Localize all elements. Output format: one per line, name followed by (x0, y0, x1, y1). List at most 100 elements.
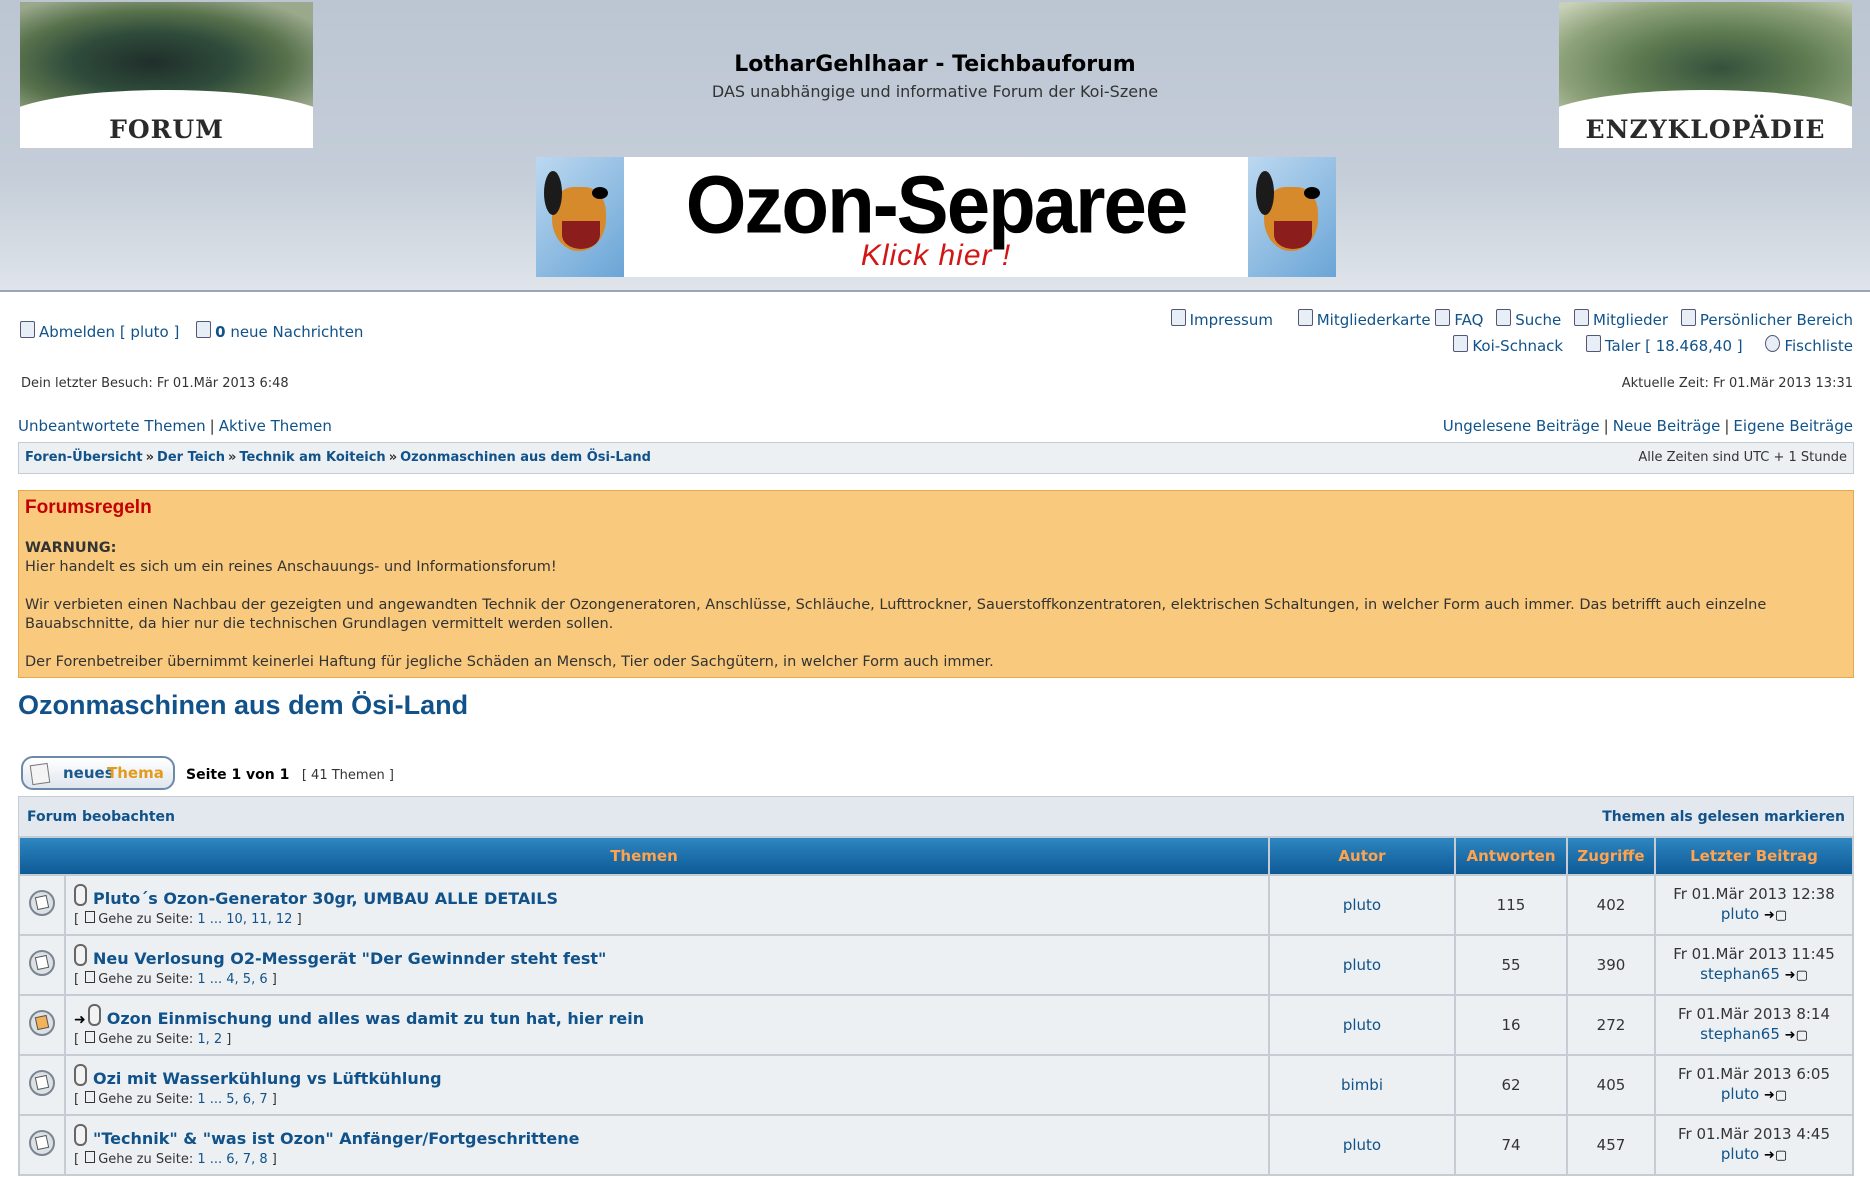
author-cell: pluto (1270, 1116, 1454, 1174)
header-letzter-beitrag: Letzter Beitrag (1656, 838, 1852, 874)
replies-cell: 62 (1456, 1056, 1566, 1114)
topic-status-cell (20, 936, 64, 994)
last-post-user-link[interactable]: pluto (1721, 905, 1759, 923)
breadcrumb-technik[interactable]: Technik am Koiteich (239, 450, 385, 465)
topic-title-link[interactable]: "Technik" & "was ist Ozon" Anfänger/Fort… (93, 1129, 579, 1148)
author-cell: pluto (1270, 936, 1454, 994)
forum-logo-caption: FORUM (109, 115, 224, 144)
author-cell: pluto (1270, 996, 1454, 1054)
breadcrumb-forum-index[interactable]: Foren-Übersicht (25, 450, 143, 465)
nav-fischliste[interactable]: Fischliste (1765, 335, 1853, 355)
page-icon (85, 1150, 96, 1163)
last-visit: Dein letzter Besuch: Fr 01.Mär 2013 6:48 (21, 376, 289, 391)
nav-impressum[interactable]: Impressum (1170, 309, 1273, 329)
topic-page-links[interactable]: 1 ... 6, 7, 8 (197, 1152, 267, 1167)
rules-line-2: Wir verbieten einen Nachbau der gezeigte… (25, 597, 1767, 632)
nav-persoenlicher-bereich[interactable]: Persönlicher Bereich (1680, 309, 1853, 329)
topic-cell: Ozi mit Wasserkühlung vs Lüftkühlung [ Ge… (66, 1056, 1268, 1114)
topic-title-link[interactable]: Ozi mit Wasserkühlung vs Lüftkühlung (93, 1069, 442, 1088)
goto-last-post-icon[interactable]: ➜▢ (1785, 1028, 1808, 1043)
views-cell: 272 (1568, 996, 1654, 1054)
cartoon-dog-icon (536, 157, 624, 277)
new-post-arrow-icon[interactable]: ➜ (74, 1012, 86, 1028)
main-nav-row2: Koi-Schnack Taler [ 18.468,40 ] Fischlis… (1445, 335, 1853, 355)
author-link[interactable]: pluto (1343, 1016, 1381, 1034)
ozon-separee-banner[interactable]: Ozon-Separee Klick hier ! (536, 157, 1336, 277)
author-link[interactable]: bimbi (1341, 1076, 1383, 1094)
header-antworten: Antworten (1456, 838, 1566, 874)
topic-pages: [ Gehe zu Seite: 1 ... 6, 7, 8 ] (74, 1150, 277, 1167)
nav-mitgliederkarte[interactable]: Mitgliederkarte (1297, 309, 1431, 329)
nav-suche[interactable]: Suche (1496, 309, 1561, 329)
goto-last-post-icon[interactable]: ➜▢ (1764, 1088, 1787, 1103)
topic-cell: Pluto´s Ozon-Generator 30gr, UMBAU ALLE … (66, 876, 1268, 934)
site-description: DAS unabhängige und informative Forum de… (711, 82, 1159, 101)
topic-pages: [ Gehe zu Seite: 1, 2 ] (74, 1030, 232, 1047)
topic-pages: [ Gehe zu Seite: 1 ... 5, 6, 7 ] (74, 1090, 277, 1107)
timezone-info: Alle Zeiten sind UTC + 1 Stunde (1638, 450, 1847, 465)
last-post-user-link[interactable]: pluto (1721, 1085, 1759, 1103)
topic-page-links[interactable]: 1 ... 5, 6, 7 (197, 1092, 267, 1107)
new-topic-button[interactable]: neues Thema (21, 756, 175, 790)
last-post-date: Fr 01.Mär 2013 12:38 (1673, 885, 1835, 903)
nav-faq[interactable]: FAQ (1435, 309, 1483, 329)
topic-folder-icon (29, 890, 55, 916)
banner-title: Ozon-Separee (685, 157, 1188, 251)
logout-link[interactable]: Abmelden [ pluto ] (20, 321, 179, 341)
rules-line-1: Hier handelt es sich um ein reines Ansch… (25, 559, 557, 575)
message-icon (196, 321, 212, 338)
new-posts-link[interactable]: Neue Beiträge (1613, 417, 1721, 435)
topic-title-link[interactable]: Neu Verlosung O2-Messgerät "Der Gewinnde… (93, 949, 606, 968)
members-icon (1574, 309, 1590, 326)
faq-icon (1435, 309, 1451, 326)
topic-title-link[interactable]: Ozon Einmischung und alles was damit zu … (107, 1009, 644, 1028)
coin-icon (1585, 335, 1601, 352)
rules-line-3: Der Forenbetreiber übernimmt keinerlei H… (25, 654, 994, 670)
topic-status-cell (20, 1116, 64, 1174)
list-icon (1453, 335, 1469, 352)
nav-koi-schnack[interactable]: Koi-Schnack (1453, 335, 1563, 355)
topic-page-links[interactable]: 1 ... 4, 5, 6 (197, 972, 267, 987)
goto-last-post-icon[interactable]: ➜▢ (1764, 908, 1787, 923)
topic-page-links[interactable]: 1 ... 10, 11, 12 (197, 912, 292, 927)
cartoon-dog-icon (1248, 157, 1336, 277)
author-link[interactable]: pluto (1343, 896, 1381, 914)
nav-taler[interactable]: Taler [ 18.468,40 ] (1585, 335, 1743, 355)
active-topics-link[interactable]: Aktive Themen (219, 417, 332, 435)
pagination-info: Seite 1 von 1 [ 41 Themen ] (186, 767, 395, 783)
topic-page-links[interactable]: 1, 2 (197, 1032, 222, 1047)
breadcrumb-current-forum[interactable]: Ozonmaschinen aus dem Ösi-Land (400, 450, 651, 465)
topic-title-link[interactable]: Pluto´s Ozon-Generator 30gr, UMBAU ALLE … (93, 889, 558, 908)
author-link[interactable]: pluto (1343, 1136, 1381, 1154)
breadcrumb-der-teich[interactable]: Der Teich (157, 450, 225, 465)
private-messages-link[interactable]: 0 neue Nachrichten (196, 321, 363, 341)
header-themen: Themen (20, 838, 1268, 874)
last-post-cell: Fr 01.Mär 2013 12:38 pluto ➜▢ (1656, 876, 1852, 934)
quick-links-left: Unbeantwortete Themen | Aktive Themen (18, 417, 332, 435)
forum-title[interactable]: Ozonmaschinen aus dem Ösi-Land (18, 690, 468, 721)
last-post-user-link[interactable]: pluto (1721, 1145, 1759, 1163)
topic-pages: [ Gehe zu Seite: 1 ... 4, 5, 6 ] (74, 970, 277, 987)
watch-forum-link[interactable]: Forum beobachten (27, 809, 175, 825)
last-post-user-link[interactable]: stephan65 (1700, 1025, 1780, 1043)
table-row: Neu Verlosung O2-Messgerät "Der Gewinnde… (20, 936, 1852, 994)
goto-last-post-icon[interactable]: ➜▢ (1764, 1148, 1787, 1163)
topic-folder-icon (29, 1070, 55, 1096)
views-cell: 457 (1568, 1116, 1654, 1174)
author-link[interactable]: pluto (1343, 956, 1381, 974)
attachment-icon (74, 1123, 87, 1146)
unread-posts-link[interactable]: Ungelesene Beiträge (1443, 417, 1600, 435)
topic-folder-icon (29, 950, 55, 976)
quick-links-right: Ungelesene Beiträge | Neue Beiträge | Eigene… (1442, 417, 1853, 435)
attachment-icon (74, 883, 87, 906)
last-post-date: Fr 01.Mär 2013 11:45 (1673, 945, 1835, 963)
table-row: "Technik" & "was ist Ozon" Anfänger/Fort… (20, 1116, 1852, 1174)
goto-last-post-icon[interactable]: ➜▢ (1785, 968, 1808, 983)
mark-topics-read-link[interactable]: Themen als gelesen markieren (1602, 809, 1845, 825)
last-post-user-link[interactable]: stephan65 (1700, 965, 1780, 983)
unanswered-topics-link[interactable]: Unbeantwortete Themen (18, 417, 206, 435)
own-posts-link[interactable]: Eigene Beiträge (1733, 417, 1853, 435)
nav-mitglieder[interactable]: Mitglieder (1574, 309, 1668, 329)
topic-pages: [ Gehe zu Seite: 1 ... 10, 11, 12 ] (74, 910, 302, 927)
banner-subtitle: Klick hier ! (860, 239, 1012, 272)
